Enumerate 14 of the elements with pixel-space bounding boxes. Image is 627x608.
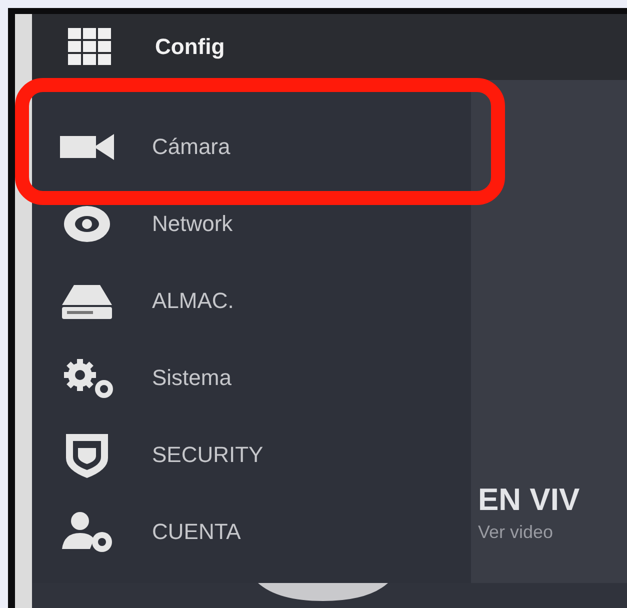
- live-title: EN VIV: [478, 482, 581, 518]
- menu-item[interactable]: SECURITY: [32, 416, 471, 493]
- menu-item[interactable]: Network: [32, 185, 471, 262]
- shield-icon: [64, 432, 110, 478]
- user-gear-icon: [60, 510, 114, 552]
- menu-item[interactable]: Cámara: [32, 108, 471, 185]
- live-subtitle: Ver video: [478, 522, 554, 543]
- config-title: Config: [155, 34, 225, 60]
- grid-icon[interactable]: [68, 28, 112, 66]
- menu-item[interactable]: CUENTA: [32, 493, 471, 570]
- menu-item[interactable]: ALMAC.: [32, 262, 471, 339]
- hard-drive-icon: [62, 282, 112, 318]
- video-camera-icon: [60, 134, 114, 160]
- menu-item[interactable]: Sistema: [32, 339, 471, 416]
